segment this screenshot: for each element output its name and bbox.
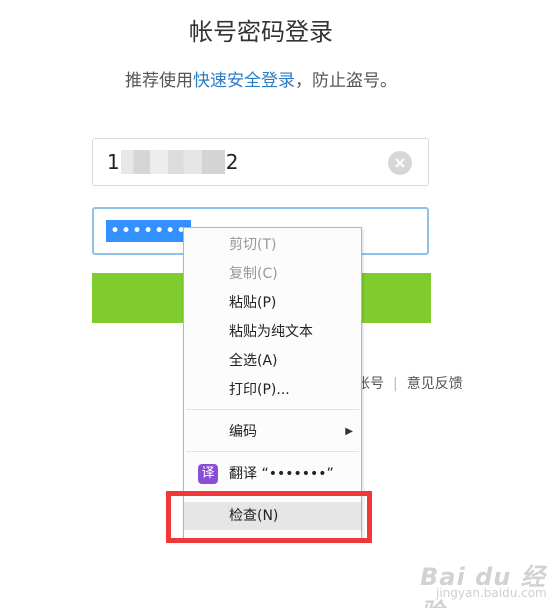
menu-item-paste[interactable]: 粘贴(P) xyxy=(184,289,361,317)
subtitle: 推荐使用快速安全登录，防止盗号。 xyxy=(0,66,522,91)
menu-item-copy[interactable]: 复制(C) xyxy=(184,260,361,288)
menu-item-label: 打印(P)... xyxy=(229,382,290,398)
menu-item-cut[interactable]: 剪切(T) xyxy=(184,231,361,259)
link-separator: | xyxy=(393,376,398,392)
username-last-char: 2 xyxy=(225,150,239,174)
username-blurred-section xyxy=(120,150,225,174)
page-title: 帐号密码登录 xyxy=(189,18,333,46)
clear-icon[interactable]: × xyxy=(388,151,412,175)
password-selected-value: ••••••• xyxy=(106,220,192,242)
feedback-link[interactable]: 意见反馈 xyxy=(407,376,463,392)
menu-item-paste-plain[interactable]: 粘贴为纯文本 xyxy=(184,318,361,346)
menu-item-print[interactable]: 打印(P)... xyxy=(184,376,361,404)
menu-item-label: 编码 xyxy=(229,424,257,440)
highlight-annotation-box xyxy=(166,491,372,543)
menu-item-label: 翻译 “•••••••” xyxy=(229,466,334,482)
menu-item-label: 粘贴(P) xyxy=(229,295,277,311)
menu-item-label: 剪切(T) xyxy=(229,237,277,253)
menu-item-encoding[interactable]: 编码 ▶ xyxy=(184,418,361,446)
username-field[interactable]: 1 2 × xyxy=(92,138,429,186)
menu-item-label: 复制(C) xyxy=(229,266,278,282)
menu-item-translate[interactable]: 译 翻译 “•••••••” xyxy=(184,460,361,488)
subtitle-suffix: ，防止盗号。 xyxy=(295,71,397,91)
bottom-links: 帐号 | 意见反馈 xyxy=(356,373,463,393)
menu-separator xyxy=(186,409,359,410)
login-page: 帐号密码登录 推荐使用快速安全登录，防止盗号。 1 2 × ••••••• 帐号… xyxy=(0,0,548,608)
quick-login-link[interactable]: 快速安全登录 xyxy=(193,71,295,91)
username-first-char: 1 xyxy=(107,150,120,174)
menu-item-label: 粘贴为纯文本 xyxy=(229,324,313,340)
menu-separator xyxy=(186,451,359,452)
baidu-watermark: Bai du 经验 xyxy=(420,563,546,608)
translate-icon: 译 xyxy=(198,464,218,484)
baidu-watermark-url: jingyan.baidu.com xyxy=(436,586,547,600)
submenu-arrow-icon: ▶ xyxy=(345,426,353,437)
username-value: 1 2 xyxy=(107,150,238,174)
menu-item-label: 全选(A) xyxy=(229,353,278,369)
menu-item-select-all[interactable]: 全选(A) xyxy=(184,347,361,375)
subtitle-prefix: 推荐使用 xyxy=(125,71,193,91)
